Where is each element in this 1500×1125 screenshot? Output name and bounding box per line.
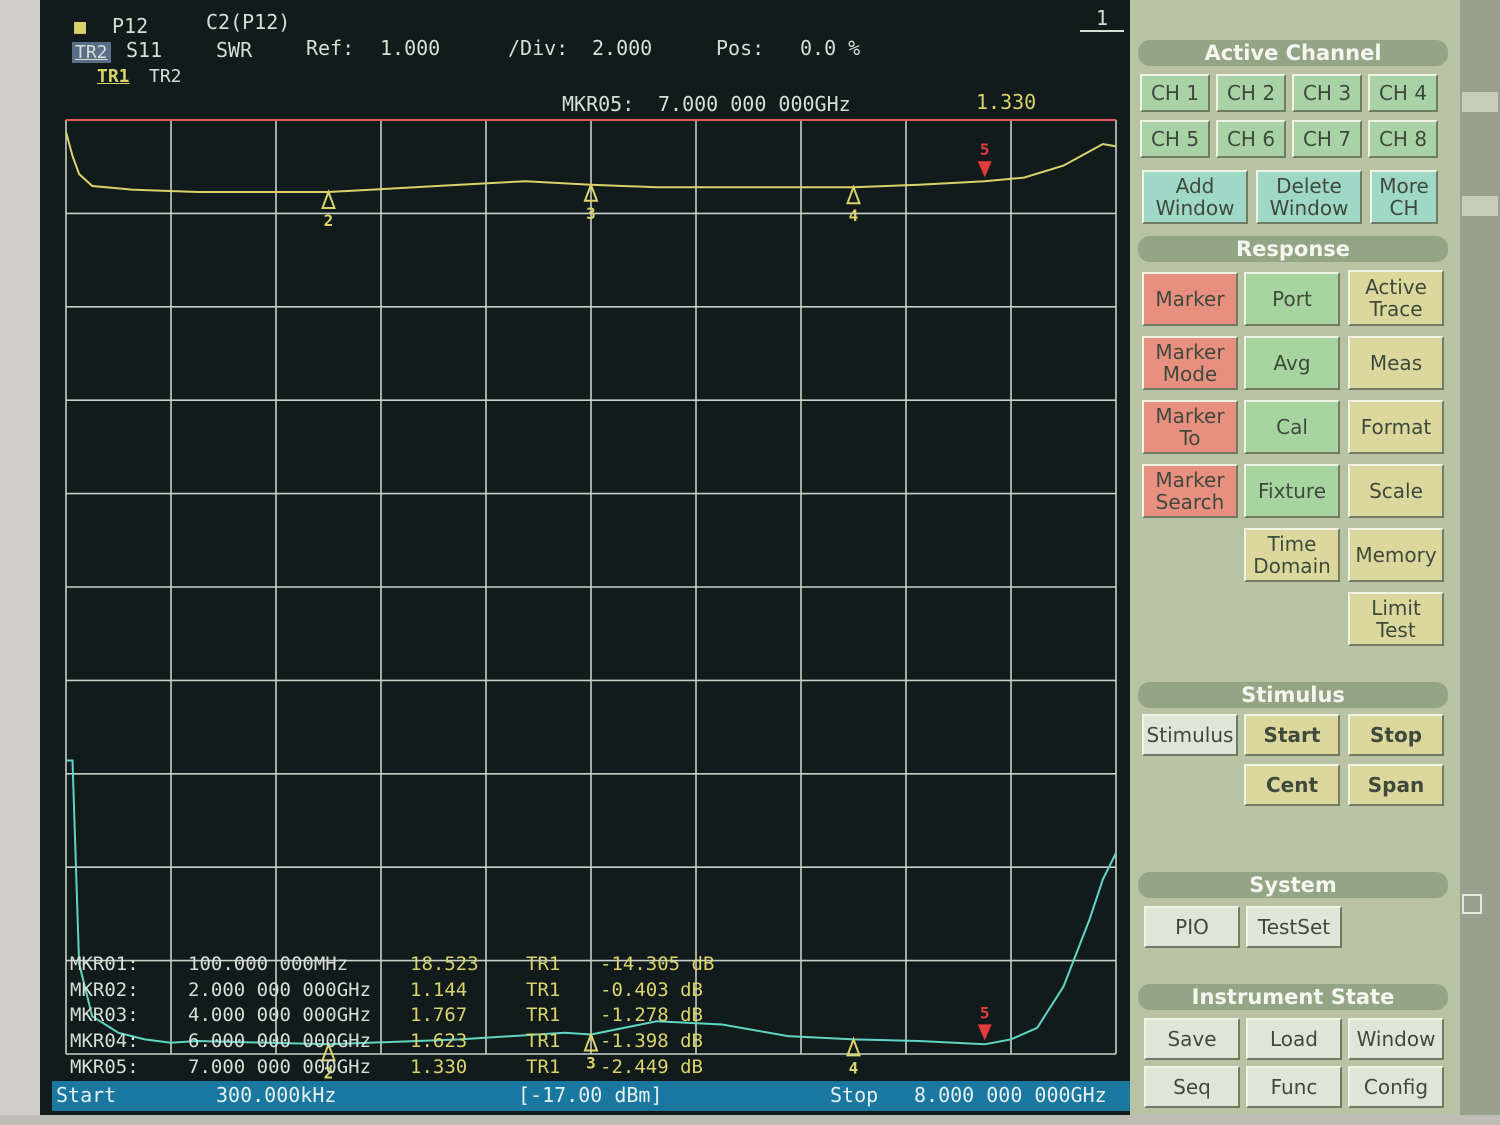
marker-readout-swr: 1.623 — [410, 1030, 468, 1052]
pio-button[interactable]: PIO — [1144, 906, 1240, 948]
marker-readout-trace: TR1 — [526, 1004, 561, 1026]
marker-4-triangle — [846, 1036, 861, 1057]
window-button[interactable]: Window — [1348, 1018, 1444, 1060]
stop-value: 8.000 000 000GHz — [914, 1083, 1107, 1107]
marker-4-label: 4 — [849, 1058, 859, 1077]
marker-3-label: 3 — [586, 204, 596, 223]
marker-readout-name: MKR02: — [70, 979, 139, 1001]
system-title: System — [1138, 872, 1448, 898]
monitor-bezel — [0, 1115, 1500, 1125]
add-window-button[interactable]: Add Window — [1142, 170, 1248, 224]
ch6-button[interactable]: CH 6 — [1216, 120, 1286, 158]
marker-2-label: 2 — [324, 211, 334, 230]
ch4-button[interactable]: CH 4 — [1368, 74, 1438, 112]
marker-readout-name: MKR04: — [70, 1030, 139, 1052]
save-button[interactable]: Save — [1144, 1018, 1240, 1060]
strip-checkbox-icon — [1462, 894, 1482, 914]
ch3-button[interactable]: CH 3 — [1292, 74, 1362, 112]
format-button[interactable]: Format — [1348, 400, 1444, 454]
active-trace-button[interactable]: Active Trace — [1348, 270, 1444, 326]
ch8-button[interactable]: CH 8 — [1368, 120, 1438, 158]
marker-2-triangle — [321, 189, 336, 209]
func-button[interactable]: Func — [1246, 1066, 1342, 1108]
stimulus-title: Stimulus — [1138, 682, 1448, 708]
delete-window-button[interactable]: Delete Window — [1256, 170, 1362, 224]
marker-readout-db: -1.398 dB — [600, 1030, 703, 1052]
marker-readout-swr: 1.144 — [410, 979, 468, 1001]
load-button[interactable]: Load — [1246, 1018, 1342, 1060]
response-title: Response — [1138, 236, 1448, 262]
active-channel-title: Active Channel — [1138, 40, 1448, 66]
ch7-button[interactable]: CH 7 — [1292, 120, 1362, 158]
marker-readout-freq: 7.000 000 000GHz — [188, 1056, 372, 1078]
marker-readout-freq: 4.000 000 000GHz — [188, 1004, 372, 1026]
start-value: 300.000kHz — [216, 1083, 337, 1107]
marker-readout-trace: TR1 — [526, 1030, 561, 1052]
more-ch-button[interactable]: More CH — [1370, 170, 1438, 224]
marker-mode-button[interactable]: Marker Mode — [1142, 336, 1238, 390]
marker-readout-swr: 1.767 — [410, 1004, 468, 1026]
marker-readout-swr: 18.523 — [410, 953, 479, 975]
marker-5-triangle — [977, 1024, 992, 1041]
ch1-button[interactable]: CH 1 — [1140, 74, 1210, 112]
strip-button — [1462, 92, 1498, 112]
marker-readout-name: MKR03: — [70, 1004, 139, 1026]
marker-readout-db: -1.278 dB — [600, 1004, 703, 1026]
marker-readout-db: -2.449 dB — [600, 1056, 703, 1078]
marker-readout-trace: TR1 — [526, 953, 561, 975]
marker-button[interactable]: Marker — [1142, 272, 1238, 326]
seq-button[interactable]: Seq — [1144, 1066, 1240, 1108]
marker-readout-db: -0.403 dB — [600, 979, 703, 1001]
time-domain-button[interactable]: Time Domain — [1244, 528, 1340, 582]
marker-search-button[interactable]: Marker Search — [1142, 464, 1238, 518]
marker-readout-freq: 2.000 000 000GHz — [188, 979, 372, 1001]
marker-readout-name: MKR05: — [70, 1056, 139, 1078]
stop-button[interactable]: Stop — [1348, 714, 1444, 756]
marker-symbols: 22334455 — [321, 140, 992, 1082]
fixture-button[interactable]: Fixture — [1244, 464, 1340, 518]
marker-readout-db: -14.305 dB — [600, 953, 715, 975]
stimulus-button[interactable]: Stimulus — [1142, 714, 1238, 756]
marker-readout-trace: TR1 — [526, 1056, 561, 1078]
marker-to-button[interactable]: Marker To — [1142, 400, 1238, 454]
marker-4-triangle — [846, 184, 861, 205]
config-button[interactable]: Config — [1348, 1066, 1444, 1108]
stimulus-footer: Start 300.000kHz [-17.00 dBm] Stop 8.000… — [52, 1081, 1130, 1111]
start-label: Start — [56, 1083, 117, 1107]
limit-test-button[interactable]: Limit Test — [1348, 592, 1444, 646]
vna-screen: ■ P12 C2(P12) TR2 S11 SWR Ref: 1.000 /Di… — [40, 0, 1130, 1115]
marker-readout-name: MKR01: — [70, 953, 139, 975]
trace-plot: 22334455 — [65, 119, 1117, 1082]
testset-button[interactable]: TestSet — [1246, 906, 1342, 948]
graticule — [65, 119, 1117, 1055]
center-button[interactable]: Cent — [1244, 764, 1340, 806]
marker-5-label: 5 — [980, 140, 990, 159]
marker-readout-freq: 6.000 000 000GHz — [188, 1030, 372, 1052]
ch5-button[interactable]: CH 5 — [1140, 120, 1210, 158]
start-button[interactable]: Start — [1244, 714, 1340, 756]
marker-readout-swr: 1.330 — [410, 1056, 468, 1078]
adjacent-window-strip — [1460, 0, 1500, 1125]
avg-button[interactable]: Avg — [1244, 336, 1340, 390]
strip-button — [1462, 196, 1498, 216]
stop-label: Stop — [830, 1083, 879, 1107]
marker-5-label: 5 — [980, 1003, 990, 1022]
cal-button[interactable]: Cal — [1244, 400, 1340, 454]
ch2-button[interactable]: CH 2 — [1216, 74, 1286, 112]
marker-readout-trace: TR1 — [526, 979, 561, 1001]
port-button[interactable]: Port — [1244, 272, 1340, 326]
marker-readout-freq: 100.000 000MHz — [188, 953, 349, 975]
marker-5-triangle — [977, 161, 992, 178]
source-power: [-17.00 dBm] — [518, 1083, 663, 1107]
scale-button[interactable]: Scale — [1348, 464, 1444, 518]
memory-button[interactable]: Memory — [1348, 528, 1444, 582]
marker-4-label: 4 — [849, 206, 859, 225]
marker-3-label: 3 — [586, 1053, 596, 1072]
softkey-panel: Active Channel CH 1 CH 2 CH 3 CH 4 CH 5 … — [1130, 0, 1460, 1115]
span-button[interactable]: Span — [1348, 764, 1444, 806]
instrument-state-title: Instrument State — [1138, 984, 1448, 1010]
meas-button[interactable]: Meas — [1348, 336, 1444, 390]
